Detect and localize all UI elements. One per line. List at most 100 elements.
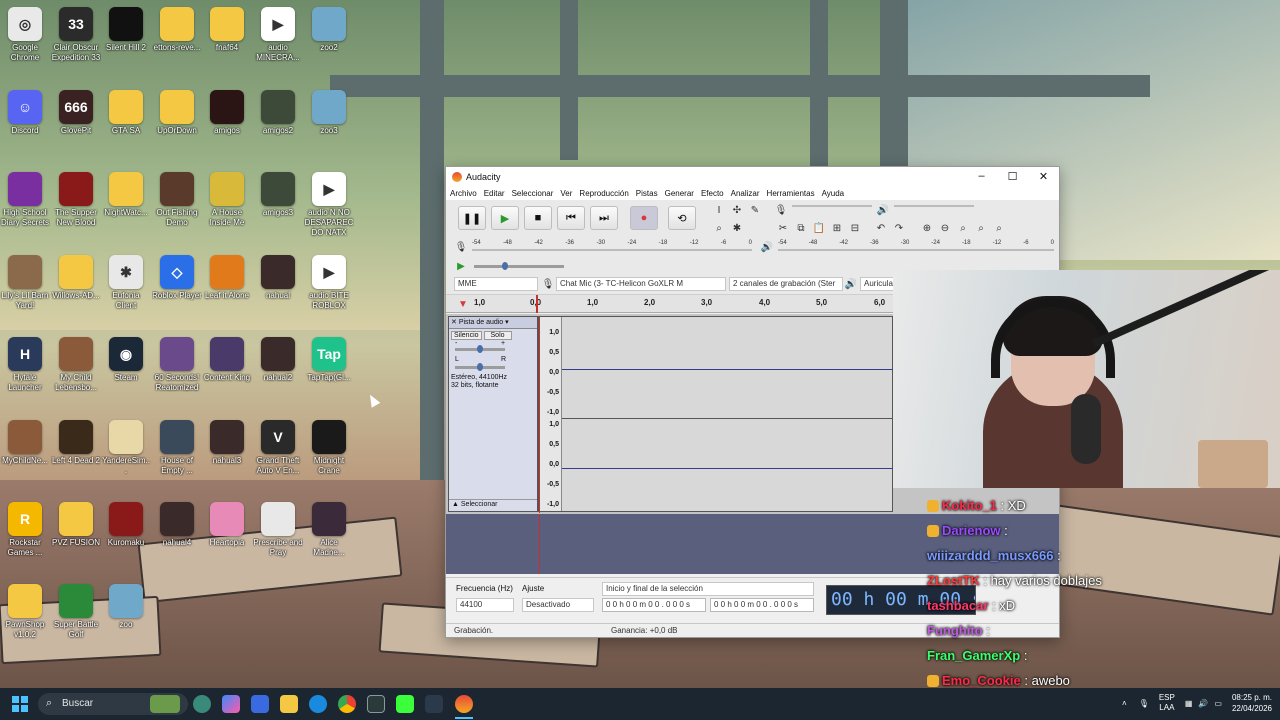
volume-icon[interactable]: 🔊 bbox=[1198, 699, 1208, 708]
desktop-icon[interactable]: ettons-reve... bbox=[152, 7, 202, 87]
battery-icon[interactable]: ▭ bbox=[1214, 699, 1222, 708]
desktop-icon[interactable]: Midnight Crane bbox=[304, 420, 354, 500]
desktop-icon[interactable]: PVZ FUSION bbox=[51, 502, 101, 582]
silence-icon[interactable]: ⊟ bbox=[848, 221, 862, 235]
record-meter-mic-icon[interactable]: 🎙 bbox=[774, 203, 788, 217]
minimize-button[interactable]: – bbox=[966, 170, 997, 183]
desktop-icon[interactable]: Heartopia bbox=[202, 502, 252, 582]
menu-efecto[interactable]: Efecto bbox=[701, 189, 724, 198]
desktop-icon[interactable]: 666 GlovePit bbox=[51, 90, 101, 170]
play-button[interactable]: ▶ bbox=[491, 206, 519, 230]
zoom-tool-icon[interactable]: ⌕ bbox=[712, 221, 726, 235]
menu-ayuda[interactable]: Ayuda bbox=[822, 189, 845, 198]
desktop-icon[interactable]: Prescribe and Pray bbox=[253, 502, 303, 582]
audio-host-select[interactable]: MME bbox=[454, 277, 538, 291]
desktop-icon[interactable]: ▶ audio MINECRA... bbox=[253, 7, 303, 87]
title-bar[interactable]: Audacity – ☐ ✕ bbox=[446, 167, 1059, 186]
desktop-icon[interactable]: A House Inside Me bbox=[202, 172, 252, 252]
desktop-icon[interactable]: High School Diary Secrets bbox=[0, 172, 50, 252]
project-rate-select[interactable]: 44100 bbox=[456, 598, 514, 612]
draw-tool-icon[interactable]: ✎ bbox=[748, 203, 762, 217]
maximize-button[interactable]: ☐ bbox=[997, 170, 1028, 183]
chevron-up-icon[interactable]: ˄ bbox=[1122, 699, 1127, 708]
selection-end-time[interactable]: 0 0 h 0 0 m 0 0 . 0 0 0 s bbox=[710, 598, 814, 612]
menu-ver[interactable]: Ver bbox=[560, 189, 572, 198]
desktop-icon[interactable]: My Child Lebensbo... bbox=[51, 337, 101, 417]
language-indicator[interactable]: ESP LAA bbox=[1159, 693, 1175, 713]
start-windows-icon[interactable] bbox=[12, 696, 28, 712]
desktop-icon[interactable]: nahual2 bbox=[253, 337, 303, 417]
loop-button[interactable]: ⟲ bbox=[668, 206, 696, 230]
play-at-speed-icon[interactable]: ▶ bbox=[454, 259, 468, 273]
menu-reproduccion[interactable]: Reproducción bbox=[579, 189, 628, 198]
mic-tray-icon[interactable]: 🎙 bbox=[1139, 699, 1149, 708]
copy-icon[interactable]: ⧉ bbox=[794, 221, 808, 235]
desktop-icon[interactable]: NightWatc... bbox=[101, 172, 151, 252]
mute-button[interactable]: Silencio bbox=[451, 331, 482, 340]
track-name[interactable]: Pista de audio bbox=[459, 319, 503, 326]
desktop-icon[interactable]: amigos3 bbox=[253, 172, 303, 252]
solo-button[interactable]: Solo bbox=[483, 331, 512, 340]
snap-select[interactable]: Desactivado bbox=[522, 598, 594, 612]
network-icon[interactable]: ▦ bbox=[1185, 699, 1193, 708]
clock[interactable]: 08:25 p. m. 22/04/2026 bbox=[1232, 692, 1272, 714]
zoom-out-icon[interactable]: ⊖ bbox=[938, 221, 952, 235]
menu-generar[interactable]: Generar bbox=[665, 189, 694, 198]
recording-channels-select[interactable]: 2 canales de grabación (Ster bbox=[729, 277, 843, 291]
desktop-icon[interactable]: ▶ audio N NO DESAPAREC DO NATX bbox=[304, 172, 354, 252]
desktop-icon[interactable]: House of Empty ... bbox=[152, 420, 202, 500]
recording-device-select[interactable]: Chat Mic (3- TC-Helicon GoXLR M bbox=[556, 277, 726, 291]
desktop-icon[interactable]: Out Fishing Demo bbox=[152, 172, 202, 252]
playback-meter-slider[interactable] bbox=[894, 202, 974, 219]
selection-start-time[interactable]: 0 0 h 0 0 m 0 0 . 0 0 0 s bbox=[602, 598, 706, 612]
desktop-icon[interactable]: nahual bbox=[253, 255, 303, 335]
desktop-icon[interactable]: zoo2 bbox=[304, 7, 354, 87]
desktop-icon[interactable]: V Grand Theft Auto V En... bbox=[253, 420, 303, 500]
terminal-icon[interactable] bbox=[367, 695, 385, 713]
paste-icon[interactable]: 📋 bbox=[812, 221, 826, 235]
play-speed-slider[interactable] bbox=[474, 262, 564, 270]
desktop-icon[interactable]: Silent Hill 2 bbox=[101, 7, 151, 87]
desktop-icon[interactable]: Super Battle Golf bbox=[51, 584, 101, 664]
pause-button[interactable]: ❚❚ bbox=[458, 206, 486, 230]
menu-herramientas[interactable]: Herramientas bbox=[767, 189, 815, 198]
zoom-toggle-icon[interactable]: ⌕ bbox=[992, 221, 1006, 235]
undo-icon[interactable]: ↶ bbox=[874, 221, 888, 235]
cut-icon[interactable]: ✂ bbox=[776, 221, 790, 235]
track-control-panel[interactable]: ✕ Pista de audio ▾ Silencio Solo - + L R… bbox=[448, 316, 538, 512]
app-icon[interactable] bbox=[193, 695, 211, 713]
desktop-icon[interactable]: ✱ Eufonia Client bbox=[101, 255, 151, 335]
desktop-icon[interactable]: Content King bbox=[202, 337, 252, 417]
desktop-icon[interactable]: The Supper New Blood bbox=[51, 172, 101, 252]
desktop-icon[interactable]: GTA SA bbox=[101, 90, 151, 170]
selection-tool-icon[interactable]: I bbox=[712, 203, 726, 217]
desktop-icon[interactable]: nahual3 bbox=[202, 420, 252, 500]
menu-analizar[interactable]: Analizar bbox=[731, 189, 760, 198]
track-close-icon[interactable]: ✕ bbox=[451, 319, 457, 326]
pan-slider[interactable] bbox=[455, 363, 505, 371]
desktop-icon[interactable]: R Rockstar Games ... bbox=[0, 502, 50, 582]
desktop-icon[interactable]: UpOrDown bbox=[152, 90, 202, 170]
desktop-icon[interactable]: ◇ Roblox Player bbox=[152, 255, 202, 335]
desktop-icon[interactable]: H Hytale Launcher bbox=[0, 337, 50, 417]
menu-pistas[interactable]: Pistas bbox=[636, 189, 658, 198]
desktop-icon[interactable]: ▶ audio BITE ROBLOX bbox=[304, 255, 354, 335]
desktop-icon[interactable]: amigos bbox=[202, 90, 252, 170]
envelope-tool-icon[interactable]: ✣ bbox=[730, 203, 744, 217]
desktop-icon[interactable]: MyChildNe... bbox=[0, 420, 50, 500]
track-menu-icon[interactable]: ▾ bbox=[505, 319, 509, 326]
waveform-area[interactable]: 1,0 0,5 0,0 -0,5 -1,0 1,0 0,5 0,0 -0,5 -… bbox=[538, 316, 894, 513]
collapse-icon[interactable]: ▲ bbox=[452, 501, 459, 508]
desktop-icon[interactable]: Leaf it Alone bbox=[202, 255, 252, 335]
desktop-icon[interactable]: Alice Madne... bbox=[304, 502, 354, 582]
skip-start-button[interactable]: ⏮ bbox=[557, 206, 585, 230]
desktop-icon[interactable]: 60 Seconds! Reatomized bbox=[152, 337, 202, 417]
desktop-icon[interactable]: Tap TapTap(Gl... bbox=[304, 337, 354, 417]
gain-slider[interactable] bbox=[455, 345, 505, 353]
recording-meter[interactable]: -54 -48 -42 -36 -30 -24 -18 -12 -6 0 bbox=[472, 240, 752, 257]
desktop-icon[interactable]: ◎ Google Chrome bbox=[0, 7, 50, 87]
desktop-icon[interactable]: zoo bbox=[101, 584, 151, 664]
menu-seleccionar[interactable]: Seleccionar bbox=[512, 189, 554, 198]
kick-icon[interactable] bbox=[396, 695, 414, 713]
fit-selection-icon[interactable]: ⌕ bbox=[956, 221, 970, 235]
